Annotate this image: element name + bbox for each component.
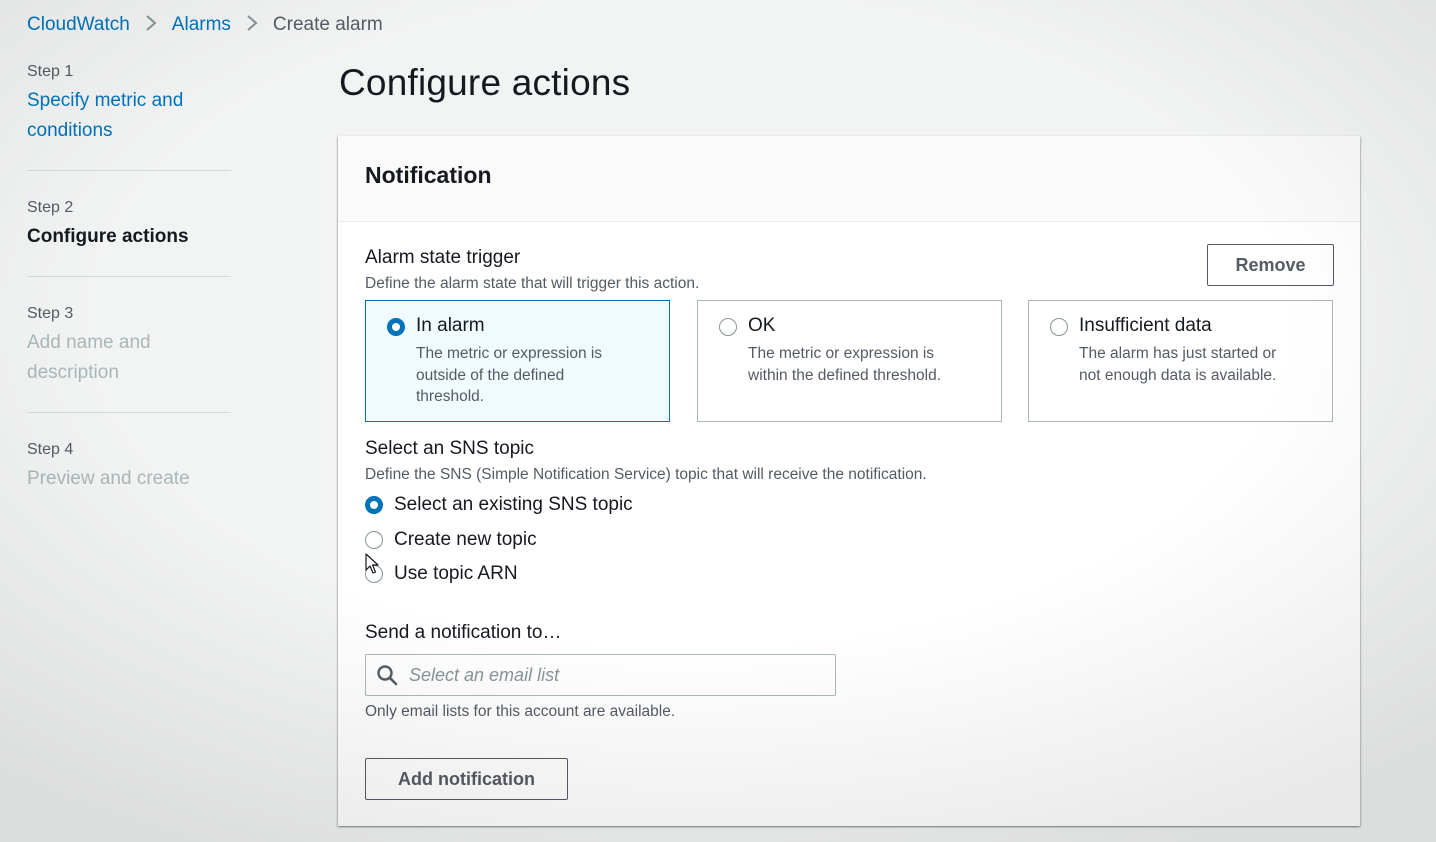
container-title: Notification — [365, 162, 492, 188]
sns-topic-label: Select an SNS topic — [365, 438, 534, 459]
alarm-state-trigger-label: Alarm state trigger — [365, 247, 521, 268]
wizard-step-1: Step 1 Specify metric and conditions — [27, 60, 231, 171]
breadcrumb-cloudwatch-link[interactable]: CloudWatch — [27, 14, 130, 36]
step-1-link[interactable]: Specify metric and conditions — [27, 86, 231, 146]
step-label-line: description — [27, 362, 119, 383]
page-title: Configure actions — [339, 62, 631, 103]
send-notification-label: Send a notification to… — [365, 622, 562, 643]
tile-description: The alarm has just started or not enough… — [1079, 343, 1311, 386]
step-4-label: Preview and create — [27, 468, 190, 489]
notification-container: Notification Alarm state trigger Define … — [338, 136, 1360, 826]
radio-option-create-topic[interactable]: Create new topic — [365, 528, 537, 552]
breadcrumb-alarms-link[interactable]: Alarms — [172, 14, 231, 36]
chevron-right-icon — [231, 14, 273, 36]
step-number: Step 4 — [27, 441, 74, 458]
mouse-cursor-icon — [365, 553, 379, 574]
wizard-step-3: Step 3 Add name and description — [27, 302, 231, 413]
container-header: Notification — [338, 136, 1360, 222]
alarm-state-trigger-description: Define the alarm state that will trigger… — [365, 275, 700, 292]
step-label-line: Add name and — [27, 332, 151, 353]
tile-description-line: outside of the defined — [416, 366, 565, 384]
tile-description-line: within the defined threshold. — [748, 366, 942, 384]
step-number: Step 1 — [27, 63, 74, 80]
email-list-hint: Only email lists for this account are av… — [365, 703, 676, 720]
search-icon — [377, 665, 398, 686]
tile-ok[interactable]: OK The metric or expression is within th… — [697, 300, 1002, 422]
tile-description: The metric or expression is within the d… — [748, 343, 980, 386]
email-list-select[interactable] — [365, 654, 836, 696]
email-list-input[interactable] — [409, 664, 809, 686]
step-2-current: Configure actions — [27, 226, 189, 247]
add-notification-button[interactable]: Add notification — [365, 758, 568, 800]
radio-label: Select an existing SNS topic — [394, 494, 633, 515]
wizard-step-4: Step 4 Preview and create — [27, 438, 231, 518]
tile-description-line: The metric or expression is — [748, 345, 935, 362]
chevron-right-icon — [130, 14, 172, 36]
tile-description-line: threshold. — [416, 388, 485, 405]
breadcrumb: CloudWatch Alarms Create alarm — [27, 12, 383, 38]
step-label-line: conditions — [27, 120, 113, 141]
radio-insufficient-data[interactable] — [1050, 318, 1068, 336]
tile-title: Insufficient data — [1079, 315, 1212, 336]
sns-topic-description: Define the SNS (Simple Notification Serv… — [365, 466, 927, 483]
radio-option-existing-topic[interactable]: Select an existing SNS topic — [365, 493, 633, 517]
tile-description: The metric or expression is outside of t… — [416, 343, 648, 408]
radio-label: Create new topic — [394, 529, 537, 550]
radio-in-alarm[interactable] — [387, 318, 405, 336]
breadcrumb-current: Create alarm — [272, 14, 383, 35]
radio-label: Use topic ARN — [394, 563, 518, 584]
radio-option-topic-arn[interactable]: Use topic ARN — [365, 562, 518, 586]
radio-create-topic[interactable] — [365, 531, 383, 549]
radio-ok[interactable] — [719, 318, 737, 336]
tile-in-alarm[interactable]: In alarm The metric or expression is out… — [365, 300, 670, 422]
tile-title: In alarm — [416, 315, 485, 336]
step-number: Step 2 — [27, 199, 74, 216]
radio-existing-topic[interactable] — [365, 496, 383, 514]
wizard-step-2: Step 2 Configure actions — [27, 196, 231, 277]
remove-button[interactable]: Remove — [1207, 244, 1334, 286]
step-number: Step 3 — [27, 305, 74, 322]
wizard-steps-nav: Step 1 Specify metric and conditions Ste… — [27, 60, 231, 543]
tile-description-line: not enough data is available. — [1079, 366, 1277, 384]
step-label-line: Specify metric and — [27, 90, 184, 111]
step-3-label: Add name and description — [27, 328, 231, 388]
tile-description-line: The metric or expression is — [416, 345, 603, 362]
tile-insufficient-data[interactable]: Insufficient data The alarm has just sta… — [1028, 300, 1333, 422]
tile-description-line: The alarm has just started or — [1079, 345, 1277, 362]
tile-title: OK — [748, 315, 776, 336]
